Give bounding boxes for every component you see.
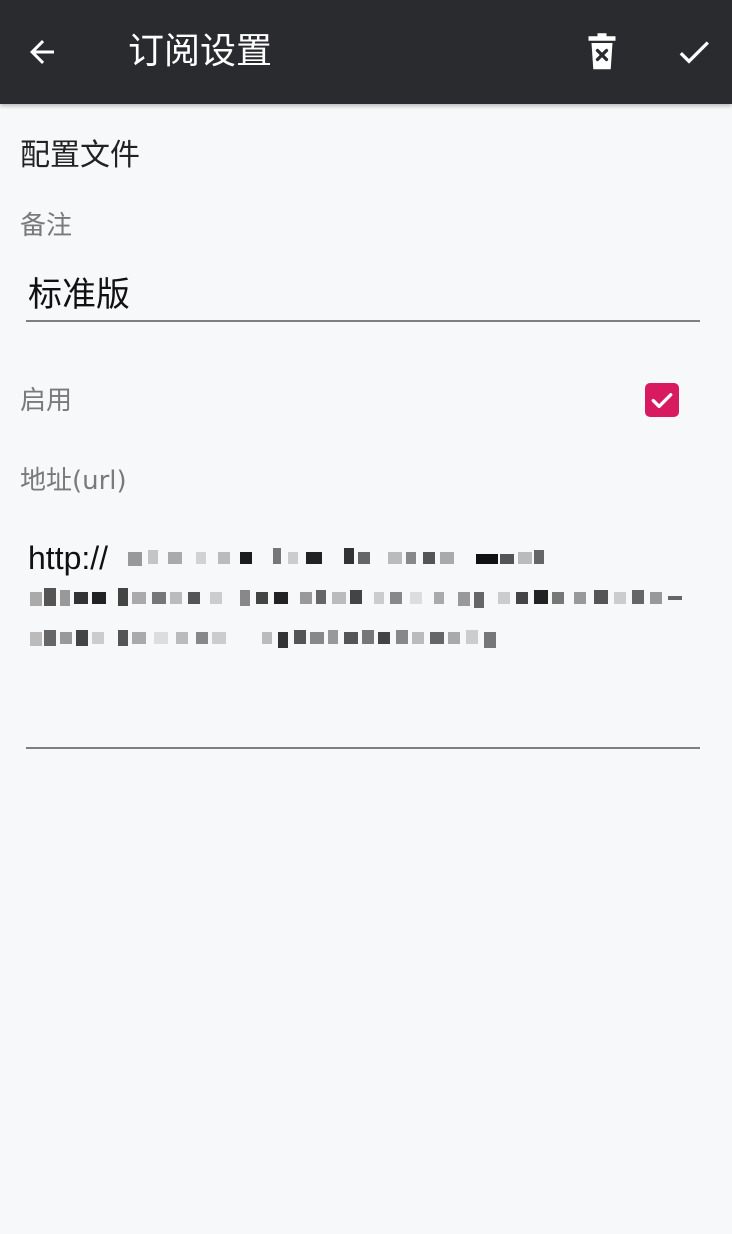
redacted-pixels [434, 592, 444, 604]
redacted-pixels [534, 550, 544, 564]
redacted-pixels [614, 592, 626, 604]
url-text: http:// [28, 538, 698, 658]
redacted-pixels [412, 632, 424, 644]
redacted-pixels [176, 632, 188, 644]
url-label: 地址(url) [20, 466, 127, 496]
redacted-pixels [44, 588, 56, 606]
redacted-pixels [168, 552, 182, 564]
redacted-pixels [278, 632, 288, 648]
delete-button[interactable] [576, 26, 628, 78]
redacted-pixels [344, 548, 354, 564]
redacted-pixels [148, 550, 158, 564]
redacted-pixels [288, 552, 298, 564]
redacted-pixels [410, 592, 422, 604]
redacted-pixels [396, 630, 408, 644]
redacted-pixels [76, 630, 88, 646]
redacted-pixels [306, 552, 322, 564]
redacted-pixels [350, 590, 362, 604]
redacted-pixels [388, 552, 402, 564]
redacted-pixels [218, 552, 230, 564]
app-toolbar: 订阅设置 [0, 0, 732, 104]
redacted-pixels [328, 630, 338, 644]
redacted-pixels [430, 632, 444, 644]
redacted-pixels [74, 592, 88, 604]
checkmark-icon [651, 393, 673, 409]
url-line-3 [28, 618, 688, 658]
redacted-pixels [154, 632, 168, 644]
trash-can-x-icon [588, 33, 616, 70]
redacted-pixels [152, 592, 166, 604]
redacted-pixels [196, 632, 208, 644]
confirm-button[interactable] [668, 26, 720, 78]
redacted-pixels [274, 592, 288, 604]
redacted-pixels [668, 596, 682, 600]
redacted-pixels [294, 630, 306, 644]
redacted-pixels [118, 588, 128, 606]
redacted-pixels [92, 592, 106, 604]
redacted-pixels [440, 552, 454, 564]
redacted-pixels [516, 592, 528, 604]
redacted-pixels [448, 632, 460, 644]
enable-label: 启用 [20, 386, 73, 416]
redacted-pixels [390, 592, 402, 604]
redacted-pixels [310, 632, 324, 644]
redacted-pixels [210, 592, 222, 604]
redacted-pixels [300, 592, 312, 604]
redacted-pixels [332, 592, 346, 604]
redacted-pixels [423, 552, 435, 564]
redacted-pixels [552, 592, 564, 604]
redacted-pixels [240, 552, 252, 564]
redacted-pixels [344, 632, 358, 644]
redacted-pixels [132, 632, 146, 644]
arrow-left-icon [30, 40, 54, 64]
redacted-pixels [594, 590, 608, 604]
redacted-pixels [362, 630, 374, 644]
redacted-pixels [128, 552, 142, 566]
redacted-pixels [458, 592, 470, 606]
redacted-pixels [188, 592, 200, 604]
redacted-pixels [92, 632, 104, 644]
section-title-profile: 配置文件 [20, 138, 140, 173]
redacted-pixels [212, 632, 226, 644]
redacted-pixels [273, 548, 281, 564]
redacted-pixels [316, 590, 326, 604]
url-visible-prefix: http:// [28, 540, 109, 576]
redacted-pixels [132, 592, 146, 604]
page-title: 订阅设置 [128, 31, 273, 72]
redacted-pixels [378, 632, 390, 644]
redacted-pixels [498, 592, 510, 604]
remark-label: 备注 [20, 211, 73, 241]
redacted-pixels [650, 592, 662, 604]
redacted-pixels [358, 552, 370, 564]
redacted-pixels [534, 590, 548, 604]
remark-input[interactable] [26, 262, 700, 322]
url-line-1: http:// [28, 538, 688, 578]
redacted-pixels [262, 632, 272, 644]
redacted-pixels [474, 592, 484, 608]
redacted-pixels [466, 630, 478, 644]
redacted-pixels [30, 632, 42, 646]
redacted-pixels [484, 632, 496, 648]
redacted-pixels [170, 592, 182, 604]
redacted-pixels [574, 592, 586, 604]
redacted-pixels [44, 630, 56, 646]
back-button[interactable] [16, 26, 68, 78]
redacted-pixels [256, 592, 268, 604]
redacted-pixels [406, 552, 416, 564]
redacted-pixels [60, 632, 72, 644]
url-input[interactable]: http:// [26, 534, 700, 749]
redacted-pixels [632, 590, 644, 604]
url-line-2 [28, 578, 688, 618]
redacted-pixels [196, 552, 206, 564]
redacted-pixels [518, 552, 532, 564]
redacted-pixels [476, 554, 498, 564]
redacted-pixels [118, 630, 128, 646]
enable-checkbox[interactable] [645, 383, 679, 417]
checkmark-icon [679, 41, 709, 64]
redacted-pixels [500, 554, 514, 564]
redacted-pixels [60, 590, 70, 606]
redacted-pixels [240, 590, 250, 606]
redacted-pixels [30, 592, 42, 606]
redacted-pixels [374, 592, 384, 604]
